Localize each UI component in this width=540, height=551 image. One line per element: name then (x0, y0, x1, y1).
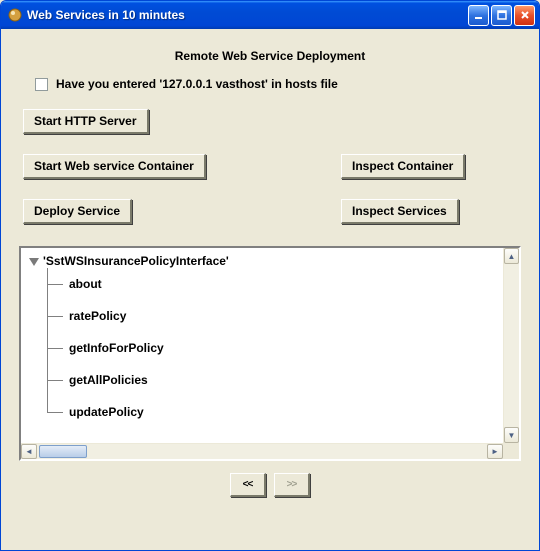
scroll-right-icon[interactable]: ► (487, 444, 503, 459)
page-title: Remote Web Service Deployment (19, 49, 521, 63)
hosts-file-checkbox-row[interactable]: Have you entered '127.0.0.1 vasthost' in… (35, 77, 521, 91)
tree-viewport: 'SstWSInsurancePolicyInterface' about ra… (21, 248, 503, 443)
start-web-service-container-button[interactable]: Start Web service Container (23, 154, 206, 179)
titlebar[interactable]: Web Services in 10 minutes (1, 1, 539, 29)
scroll-thumb[interactable] (39, 445, 87, 458)
scroll-up-icon[interactable]: ▲ (504, 248, 519, 264)
tree-item-label: ratePolicy (69, 309, 126, 323)
window: Web Services in 10 minutes Remote Web Se… (0, 0, 540, 551)
tree-item[interactable]: updatePolicy (47, 396, 499, 428)
scroll-down-icon[interactable]: ▼ (504, 427, 519, 443)
tree-item-label: updatePolicy (69, 405, 144, 419)
horizontal-scrollbar[interactable]: ◄ ► (21, 443, 503, 459)
content-area: Remote Web Service Deployment Have you e… (1, 29, 539, 550)
nav-buttons: << >> (19, 473, 521, 497)
next-button[interactable]: >> (274, 473, 310, 497)
tree-item[interactable]: about (47, 268, 499, 300)
tree-children: about ratePolicy getInfoForPolicy getAll… (47, 268, 499, 428)
tree-item[interactable]: ratePolicy (47, 300, 499, 332)
scroll-left-icon[interactable]: ◄ (21, 444, 37, 459)
vertical-scrollbar[interactable]: ▲ ▼ (503, 248, 519, 443)
scroll-corner (503, 443, 519, 459)
app-icon (7, 7, 23, 23)
tree-root-item[interactable]: 'SstWSInsurancePolicyInterface' (25, 254, 499, 268)
prev-button[interactable]: << (230, 473, 266, 497)
maximize-button[interactable] (491, 5, 512, 26)
expand-collapse-icon[interactable] (29, 258, 39, 266)
minimize-button[interactable] (468, 5, 489, 26)
hosts-file-checkbox-label: Have you entered '127.0.0.1 vasthost' in… (56, 77, 338, 91)
inspect-services-button[interactable]: Inspect Services (341, 199, 459, 224)
deploy-service-button[interactable]: Deploy Service (23, 199, 132, 224)
service-tree[interactable]: 'SstWSInsurancePolicyInterface' about ra… (19, 246, 521, 461)
window-title: Web Services in 10 minutes (27, 8, 468, 22)
hosts-file-checkbox[interactable] (35, 78, 48, 91)
tree-item-label: getInfoForPolicy (69, 341, 164, 355)
tree-item-label: getAllPolicies (69, 373, 148, 387)
tree-item[interactable]: getAllPolicies (47, 364, 499, 396)
inspect-container-button[interactable]: Inspect Container (341, 154, 465, 179)
tree-root-label: 'SstWSInsurancePolicyInterface' (43, 254, 229, 268)
tree-item-label: about (69, 277, 102, 291)
close-button[interactable] (514, 5, 535, 26)
start-http-server-button[interactable]: Start HTTP Server (23, 109, 149, 134)
tree-item[interactable]: getInfoForPolicy (47, 332, 499, 364)
